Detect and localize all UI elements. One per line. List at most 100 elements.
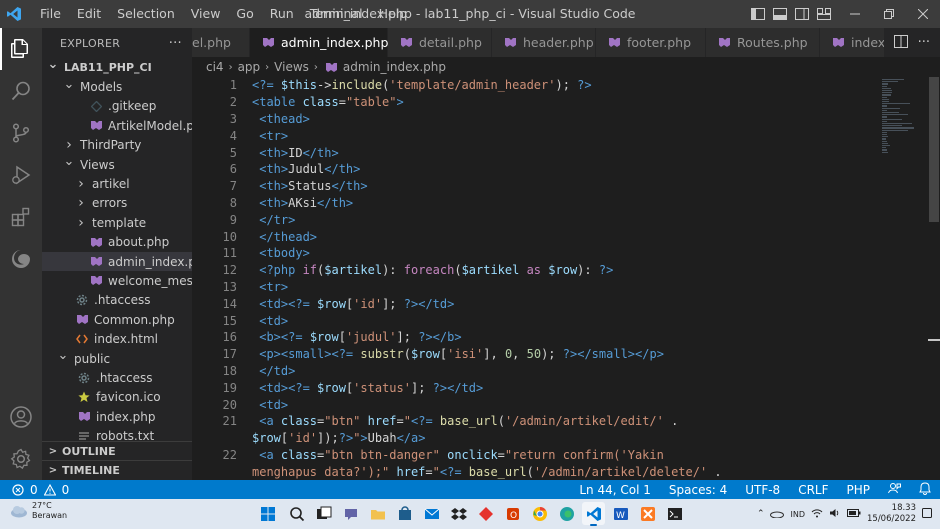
toggle-primary-sidebar-icon[interactable] — [750, 7, 766, 21]
tab-detail-php[interactable]: detail.php — [388, 28, 492, 57]
input-language[interactable]: IND — [790, 510, 805, 519]
file-item[interactable]: .htaccess — [42, 368, 192, 387]
line-number: 8 — [229, 195, 237, 210]
editor-tabs: el.php admin_index.php✕ detail.php header.p… — [192, 28, 940, 57]
breadcrumb-item[interactable]: Views — [274, 60, 309, 74]
menu-selection[interactable]: Selection — [109, 0, 183, 28]
minimap-line — [882, 107, 900, 109]
minimap[interactable] — [878, 77, 928, 480]
menu-view[interactable]: View — [183, 0, 229, 28]
tab-el-php[interactable]: el.php — [192, 28, 250, 57]
tab-header-php[interactable]: header.php — [492, 28, 596, 57]
toggle-secondary-sidebar-icon[interactable] — [794, 7, 810, 21]
cursor-position[interactable]: Ln 44, Col 1 — [570, 483, 660, 497]
file-item[interactable]: admin_index.php — [42, 251, 192, 272]
edge-devtools-icon[interactable] — [0, 238, 42, 280]
xampp-icon[interactable] — [636, 502, 659, 525]
folder-item[interactable]: ⌄ public — [42, 349, 192, 368]
end-of-line[interactable]: CRLF — [789, 483, 837, 497]
toggle-panel-icon[interactable] — [772, 7, 788, 21]
files-icon[interactable] — [0, 28, 42, 70]
tab-admin-index-php[interactable]: admin_index.php✕ — [250, 28, 409, 57]
customize-layout-icon[interactable] — [816, 7, 832, 21]
minimap-line — [882, 92, 892, 94]
close-icon[interactable] — [906, 0, 940, 28]
problems-indicator[interactable]: 0 0 — [0, 483, 69, 497]
battery-icon[interactable] — [847, 509, 861, 519]
office-icon[interactable]: O — [501, 502, 524, 525]
folder-item[interactable]: › template — [42, 213, 192, 232]
folder-item[interactable]: ⌄ LAB11_PHP_CI — [42, 58, 192, 77]
folder-item[interactable]: ⌄ Views — [42, 155, 192, 174]
vertical-scrollbar[interactable] — [928, 77, 940, 480]
folder-item[interactable]: ⌄ Models — [42, 77, 192, 96]
search-icon[interactable] — [285, 502, 308, 525]
tab-footer-php[interactable]: footer.php — [596, 28, 706, 57]
menu-go[interactable]: Go — [228, 0, 261, 28]
clock[interactable]: 18.33 15/06/2022 — [867, 503, 916, 525]
breadcrumb-item[interactable]: admin_index.php — [343, 60, 446, 74]
outline-section[interactable]: > OUTLINE — [42, 441, 192, 460]
menu-help[interactable]: Help — [371, 0, 416, 28]
windows-start-icon[interactable] — [256, 502, 279, 525]
clock-date: 15/06/2022 — [867, 514, 916, 524]
restore-icon[interactable] — [872, 0, 906, 28]
file-item[interactable]: favicon.ico — [42, 388, 192, 407]
wifi-icon[interactable] — [811, 508, 823, 520]
dropbox-icon[interactable] — [447, 502, 470, 525]
folder-item[interactable]: › artikel — [42, 174, 192, 193]
settings-gear-icon[interactable] — [0, 438, 42, 480]
folder-item[interactable]: › errors — [42, 194, 192, 213]
edge-icon[interactable] — [555, 502, 578, 525]
file-explorer-icon[interactable] — [366, 502, 389, 525]
explorer-more-actions-icon[interactable]: ··· — [169, 36, 182, 51]
file-item[interactable]: about.php — [42, 233, 192, 252]
feedback-icon[interactable] — [879, 482, 910, 497]
code-editor[interactable]: 1 <?= $this->include('template/admin_head… — [192, 77, 878, 480]
search-icon[interactable] — [0, 70, 42, 112]
notifications-bell-icon[interactable] — [910, 481, 940, 498]
file-item[interactable]: .gitkeep — [42, 97, 192, 116]
file-item[interactable]: ArtikelModel.php — [42, 116, 192, 135]
file-item[interactable]: index.html — [42, 329, 192, 348]
tab-routes-php[interactable]: Routes.php — [706, 28, 820, 57]
file-item[interactable]: Common.php — [42, 310, 192, 329]
scrollbar-thumb[interactable] — [929, 77, 939, 222]
file-item[interactable]: .htaccess — [42, 291, 192, 310]
terminal-icon[interactable] — [663, 502, 686, 525]
code-text: </thead> — [252, 229, 318, 244]
account-icon[interactable] — [0, 396, 42, 438]
indentation[interactable]: Spaces: 4 — [660, 483, 736, 497]
mail-icon[interactable] — [420, 502, 443, 525]
timeline-section[interactable]: > TIMELINE — [42, 460, 192, 479]
menu-run[interactable]: Run — [262, 0, 302, 28]
vscode-icon[interactable] — [582, 502, 605, 526]
file-item[interactable]: welcome_messag... — [42, 271, 192, 290]
notification-center-icon[interactable] — [922, 508, 932, 520]
menu-file[interactable]: File — [32, 0, 69, 28]
volume-icon[interactable] — [829, 508, 841, 520]
onedrive-cloud-icon[interactable] — [770, 509, 785, 520]
file-item[interactable]: index.php — [42, 407, 192, 426]
breadcrumb-item[interactable]: app — [238, 60, 261, 74]
source-control-icon[interactable] — [0, 112, 42, 154]
editor-more-actions-icon[interactable]: ··· — [918, 35, 930, 50]
chevron-up-icon[interactable]: ⌃ — [757, 509, 765, 519]
split-editor-icon[interactable] — [893, 34, 908, 51]
menu-terminal[interactable]: Terminal — [302, 0, 371, 28]
app-red-icon[interactable] — [474, 502, 497, 525]
folder-item[interactable]: › ThirdParty — [42, 136, 192, 155]
chat-icon[interactable] — [339, 502, 362, 525]
store-icon[interactable] — [393, 502, 416, 525]
extensions-icon[interactable] — [0, 196, 42, 238]
breadcrumb-item[interactable]: ci4 — [206, 60, 224, 74]
run-debug-icon[interactable] — [0, 154, 42, 196]
weather-widget[interactable]: 27°C Berawan — [10, 501, 67, 521]
task-view-icon[interactable] — [312, 502, 335, 525]
menu-edit[interactable]: Edit — [69, 0, 109, 28]
encoding[interactable]: UTF-8 — [736, 483, 789, 497]
minimize-icon[interactable] — [838, 0, 872, 28]
word-icon[interactable]: W — [609, 502, 632, 525]
language-mode[interactable]: PHP — [838, 483, 880, 497]
chrome-icon[interactable] — [528, 502, 551, 525]
